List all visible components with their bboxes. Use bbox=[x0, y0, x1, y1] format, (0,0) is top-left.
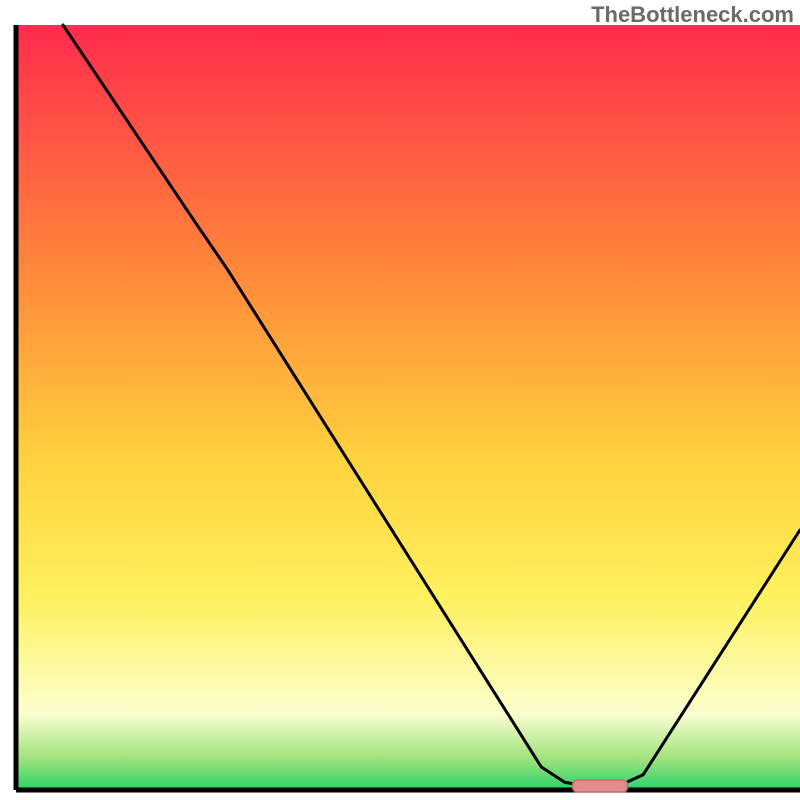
plot-background bbox=[16, 25, 800, 790]
minimum-marker bbox=[573, 780, 628, 792]
chart-frame: TheBottleneck.com bbox=[0, 0, 800, 800]
bottleneck-chart bbox=[0, 0, 800, 800]
